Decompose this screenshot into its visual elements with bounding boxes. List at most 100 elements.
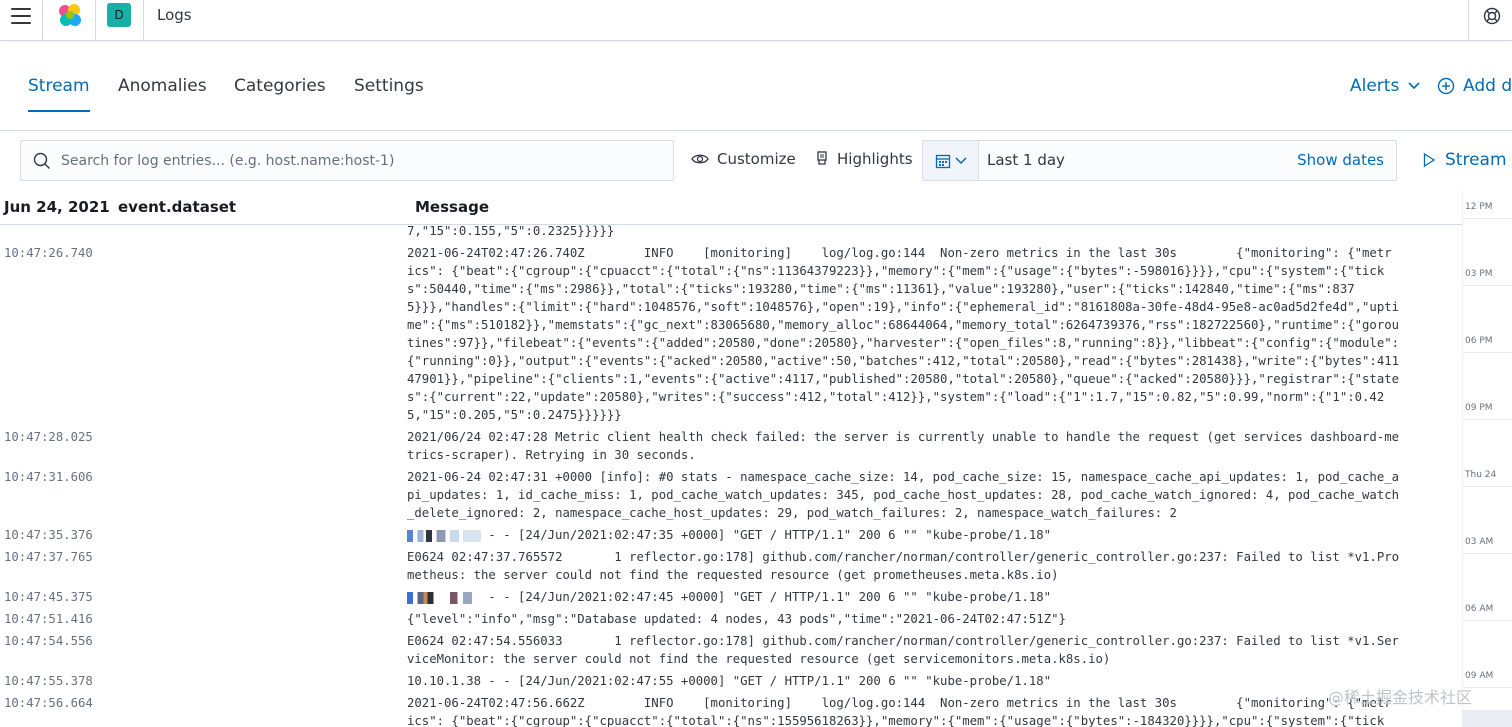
log-message-line: - - [24/Jun/2021:02:47:35 +0000] "GET / … — [407, 526, 1385, 544]
tab-stream[interactable]: Stream — [28, 76, 90, 112]
ruler-tick-line — [1463, 553, 1512, 554]
highlights-label: Highlights — [837, 150, 913, 168]
log-timestamp: 10:47:35.376 — [4, 528, 93, 542]
show-dates-button[interactable]: Show dates — [1297, 151, 1384, 169]
alerts-label: Alerts — [1350, 76, 1400, 96]
ruler-tick-label: Thu 24 — [1465, 470, 1497, 480]
help-icon[interactable] — [1483, 7, 1501, 25]
log-timestamp: 10:47:37.765 — [4, 550, 93, 564]
log-message: E0624 02:47:37.765572 1 reflector.go:178… — [407, 548, 1400, 584]
log-timestamp: 10:47:31.606 — [4, 470, 93, 484]
divider — [95, 0, 96, 40]
play-icon — [1423, 153, 1435, 167]
log-message-line: 5,"15":0.205,"5":0.2475}}}}}} — [407, 408, 622, 422]
eye-icon — [691, 154, 709, 164]
log-message-line: 2021-06-24T02:47:26.740Z INFO [monitorin… — [407, 246, 1392, 260]
column-header-message: Message — [415, 198, 489, 216]
ruler-tick-line — [1463, 419, 1512, 420]
ruler-tick-line — [1463, 352, 1512, 353]
log-message-line: E0624 02:47:37.765572 1 reflector.go:178… — [407, 550, 1400, 564]
ruler-tick-label: 06 PM — [1465, 336, 1493, 346]
log-timestamp: 10:47:26.740 — [4, 246, 93, 260]
log-message-line: - - [24/Jun/2021:02:47:45 +0000] "GET / … — [407, 588, 1385, 606]
log-message-line: trics-scraper). Retrying in 30 seconds. — [407, 448, 696, 462]
chevron-down-icon — [1408, 82, 1420, 90]
log-message: 10.10.1.38 - - [24/Jun/2021:02:47:55 +00… — [407, 672, 1385, 690]
log-message-line: {"level":"info","msg":"Database updated:… — [407, 612, 1066, 626]
highlighter-icon — [817, 151, 827, 165]
log-message-line: 5}}},"handles":{"limit":{"hard":1048576,… — [407, 300, 1400, 314]
chevron-down-icon — [954, 156, 967, 164]
time-ruler[interactable]: 12 PM 03 PM 06 PM 09 PM Thu 24 03 AM 06 AM 09 A… — [1462, 190, 1512, 727]
tab-settings[interactable]: Settings — [354, 76, 424, 96]
ruler-tick-label: 12 PM — [1465, 202, 1493, 212]
ruler-tick-line — [1463, 285, 1512, 286]
log-message-line: pi_updates: 1, id_cache_miss: 1, pod_cac… — [407, 488, 1400, 502]
tab-categories[interactable]: Categories — [234, 76, 326, 96]
column-header-timestamp: Jun 24, 2021 — [4, 198, 110, 216]
log-message-line: tines":97}},"filebeat":{"events":{"added… — [407, 336, 1400, 350]
log-message: E0624 02:47:54.556033 1 reflector.go:178… — [407, 632, 1400, 668]
ruler-tick-line — [1463, 486, 1512, 487]
log-message: 2021/06/24 02:47:28 Metric client health… — [407, 428, 1400, 464]
log-message-line: 2021-06-24 02:47:31 +0000 [info]: #0 sta… — [407, 470, 1400, 484]
log-message-line: _delete_ignored: 2, namespace_cache_host… — [407, 506, 1177, 520]
ruler-tick-label: 09 PM — [1465, 403, 1493, 413]
log-message-line: E0624 02:47:54.556033 1 reflector.go:178… — [407, 634, 1400, 648]
time-range-label[interactable]: Last 1 day — [987, 151, 1065, 169]
stream-live-label: Stream li — [1445, 150, 1512, 170]
log-message-line: s":{"current":22,"update":20580},"writes… — [407, 390, 1385, 404]
alerts-dropdown[interactable]: Alerts — [1350, 76, 1421, 96]
log-timestamp: 10:47:55.378 — [4, 674, 93, 688]
breadcrumb[interactable]: Logs — [157, 6, 192, 24]
elastic-logo[interactable] — [56, 3, 84, 29]
log-message-line: metheus: the server could not find the r… — [407, 568, 1059, 582]
redacted-ip — [407, 591, 481, 604]
search-icon — [33, 152, 50, 169]
date-picker: Last 1 day Show dates — [922, 140, 1397, 181]
log-message-text: - - [24/Jun/2021:02:47:35 +0000] "GET / … — [481, 528, 1052, 542]
plus-circle-icon — [1437, 77, 1455, 95]
add-data-button[interactable]: Add da — [1437, 76, 1512, 96]
customize-button[interactable]: Customize — [691, 150, 796, 168]
calendar-icon — [935, 154, 950, 168]
ruler-tick-line — [1463, 620, 1512, 621]
log-message: - - [24/Jun/2021:02:47:35 +0000] "GET / … — [407, 526, 1385, 544]
log-message: 7,"15":0.155,"5":0.2325}}}}} — [407, 222, 1385, 240]
ruler-tick-label: 06 AM — [1465, 604, 1494, 614]
ruler-tick-line — [1463, 218, 1512, 219]
column-header-dataset: event.dataset — [118, 198, 237, 216]
space-avatar[interactable]: D — [107, 3, 131, 27]
log-timestamp: 10:47:56.664 — [4, 696, 93, 710]
ruler-tick-label: 09 AM — [1465, 671, 1494, 681]
log-message: 2021-06-24T02:47:56.662Z INFO [monitorin… — [407, 694, 1392, 727]
tab-anomalies[interactable]: Anomalies — [118, 76, 207, 96]
divider — [0, 130, 1512, 131]
log-timestamp: 10:47:54.556 — [4, 634, 93, 648]
log-message-line: 47901}},"pipeline":{"clients":1,"events"… — [407, 372, 1400, 386]
log-message-line: ics": {"beat":{"cgroup":{"cpuacct":{"tot… — [407, 264, 1385, 278]
watermark: @稀土掘金技术社区 — [1328, 688, 1473, 707]
menu-icon[interactable] — [11, 8, 31, 24]
log-message-line: 2021/06/24 02:47:28 Metric client health… — [407, 430, 1400, 444]
log-message-line: 2021-06-24T02:47:56.662Z INFO [monitorin… — [407, 696, 1392, 710]
ruler-tick-label: 03 PM — [1465, 269, 1493, 279]
stream-live-button[interactable]: Stream li — [1423, 150, 1512, 170]
log-stream[interactable]: 7,"15":0.155,"5":0.2325}}}}} 10:47:26.740… — [0, 222, 1450, 727]
log-message: - - [24/Jun/2021:02:47:45 +0000] "GET / … — [407, 588, 1385, 606]
log-message: 2021-06-24 02:47:31 +0000 [info]: #0 sta… — [407, 468, 1400, 522]
log-message-line: 7,"15":0.155,"5":0.2325}}}}} — [407, 224, 615, 238]
ruler-tick-label: 03 AM — [1465, 537, 1494, 547]
log-message-line: me":{"ms":510182}},"memstats":{"gc_next"… — [407, 318, 1400, 332]
log-message-line: viceMonitor: the server could not find t… — [407, 652, 1111, 666]
log-message-text: - - [24/Jun/2021:02:47:45 +0000] "GET / … — [481, 590, 1052, 604]
log-message-line: {"running":0}},"output":{"events":{"acke… — [407, 354, 1400, 368]
quick-select-button[interactable] — [923, 141, 979, 180]
divider — [1468, 0, 1469, 40]
highlights-button[interactable]: Highlights — [815, 150, 913, 168]
redacted-ip — [407, 529, 481, 542]
log-search-bar — [20, 140, 674, 181]
log-timestamp: 10:47:28.025 — [4, 430, 93, 444]
log-timestamp: 10:47:45.375 — [4, 590, 93, 604]
search-input[interactable] — [61, 149, 661, 173]
